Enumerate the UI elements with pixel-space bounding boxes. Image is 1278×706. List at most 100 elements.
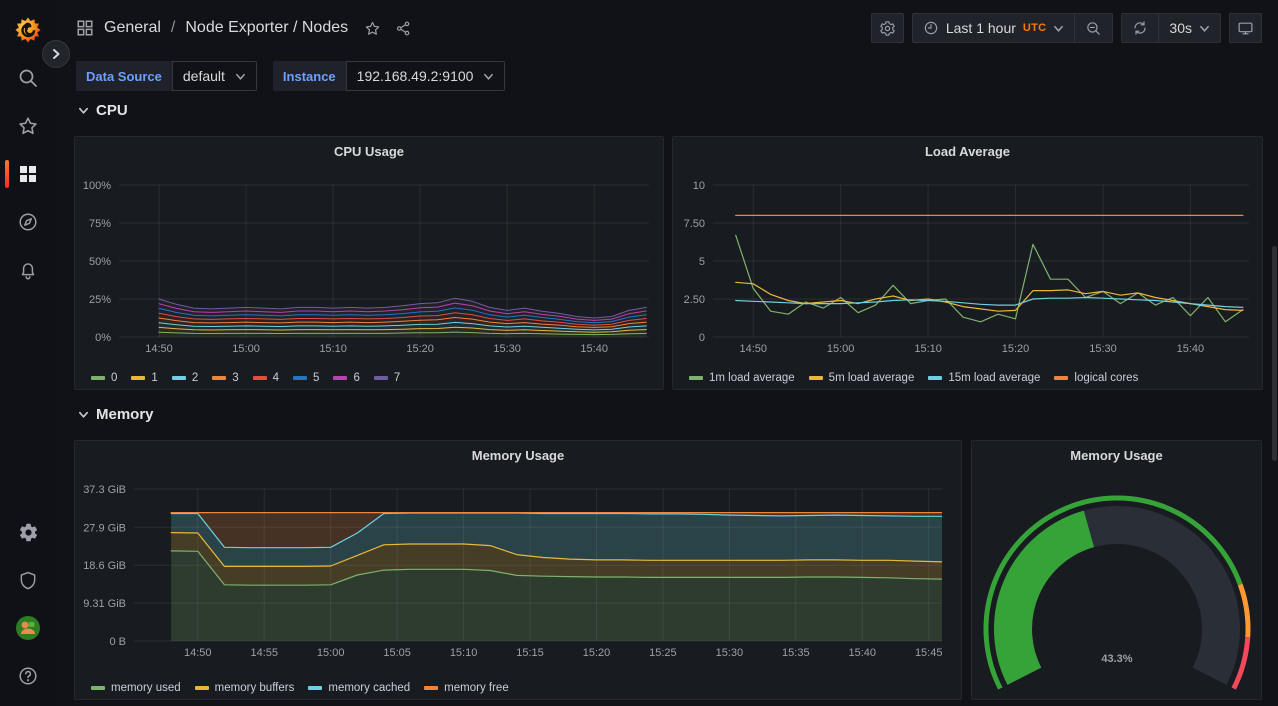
panel-header-memory-usage[interactable]: Memory Usage: [75, 441, 961, 469]
breadcrumb-folder[interactable]: General: [104, 19, 161, 37]
legend-item[interactable]: 1m load average: [689, 372, 795, 384]
legend-item[interactable]: 5: [293, 372, 319, 384]
time-range-label: Last 1 hour: [946, 20, 1016, 36]
question-circle-icon: [17, 665, 39, 687]
sidebar-item-server-admin[interactable]: [0, 556, 56, 604]
legend-series-label: 6: [353, 372, 359, 384]
legend-series-label: 1m load average: [709, 372, 795, 384]
var-instance-value[interactable]: 192.168.49.2:9100: [346, 61, 506, 91]
gauge-value: 43.3%: [1101, 653, 1132, 665]
sidebar-item-explore[interactable]: [0, 198, 56, 246]
legend-item[interactable]: 7: [374, 372, 400, 384]
legend-series-label: 1: [151, 372, 157, 384]
legend-item[interactable]: 0: [91, 372, 117, 384]
sidebar-item-starred[interactable]: [0, 102, 56, 150]
var-datasource-selected: default: [183, 68, 225, 84]
legend-series-label: logical cores: [1074, 372, 1138, 384]
legend-series-color: [293, 376, 307, 380]
memory-usage-chart[interactable]: 0 B9.31 GiB18.6 GiB27.9 GiB37.3 GiB14:50…: [75, 469, 963, 669]
cpu-usage-chart[interactable]: 0%25%50%75%100%14:5015:0015:1015:2015:30…: [75, 165, 665, 363]
legend-item[interactable]: logical cores: [1054, 372, 1138, 384]
svg-text:15:40: 15:40: [848, 647, 876, 659]
svg-text:0 B: 0 B: [109, 636, 126, 648]
time-range-button[interactable]: Last 1 hour UTC: [913, 14, 1075, 42]
dashboard-toolbar: Last 1 hour UTC: [871, 13, 1262, 43]
legend-item[interactable]: 5m load average: [809, 372, 915, 384]
sidebar-item-alerting[interactable]: [0, 246, 56, 294]
legend-series-label: 5: [313, 372, 319, 384]
breadcrumb-dashboard[interactable]: Node Exporter / Nodes: [185, 19, 348, 37]
svg-text:14:50: 14:50: [184, 647, 212, 659]
dashboard-navbar: General / Node Exporter / Nodes: [56, 0, 1278, 56]
legend-item[interactable]: 6: [333, 372, 359, 384]
chevron-down-icon: [1199, 23, 1210, 34]
share-icon[interactable]: [395, 20, 412, 37]
chevron-down-icon: [1053, 23, 1064, 34]
star-icon: [17, 115, 39, 137]
legend-item[interactable]: 15m load average: [928, 372, 1040, 384]
load-average-chart[interactable]: 02.5057.501014:5015:0015:1015:2015:3015:…: [673, 165, 1264, 363]
refresh-icon: [1132, 20, 1148, 36]
dashboard-settings-button[interactable]: [871, 13, 904, 43]
favorite-star-icon[interactable]: [364, 20, 381, 37]
svg-text:15:20: 15:20: [406, 343, 434, 355]
svg-text:15:30: 15:30: [493, 343, 521, 355]
bell-icon: [17, 259, 39, 281]
legend-item[interactable]: memory used: [91, 682, 181, 694]
sidebar-item-configuration[interactable]: [0, 508, 56, 556]
svg-text:15:10: 15:10: [319, 343, 347, 355]
refresh-interval-button[interactable]: 30s: [1158, 14, 1220, 42]
row-header-memory[interactable]: Memory: [78, 406, 154, 423]
svg-text:15:40: 15:40: [580, 343, 608, 355]
svg-text:18.6 GiB: 18.6 GiB: [83, 560, 126, 572]
legend-item[interactable]: memory buffers: [195, 682, 295, 694]
var-datasource-label[interactable]: Data Source: [76, 61, 172, 91]
legend-series-color: [424, 686, 438, 690]
sidebar-item-dashboards[interactable]: [0, 150, 56, 198]
svg-text:9.31 GiB: 9.31 GiB: [83, 598, 126, 610]
zoom-out-button[interactable]: [1074, 14, 1112, 42]
legend-item[interactable]: 3: [212, 372, 238, 384]
refresh-button[interactable]: [1122, 14, 1158, 42]
svg-text:14:50: 14:50: [145, 343, 173, 355]
scrollbar[interactable]: [1272, 246, 1277, 461]
svg-text:25%: 25%: [89, 294, 111, 306]
svg-text:15:05: 15:05: [383, 647, 411, 659]
row-title-memory: Memory: [96, 406, 154, 423]
legend-series-color: [195, 686, 209, 690]
monitor-icon: [1237, 20, 1254, 37]
svg-text:0%: 0%: [95, 332, 111, 344]
legend-series-color: [212, 376, 226, 380]
var-instance-label[interactable]: Instance: [273, 61, 346, 91]
panel-title: Load Average: [925, 144, 1010, 159]
legend-series-label: 15m load average: [948, 372, 1040, 384]
grafana-logo[interactable]: [14, 0, 42, 54]
panel-memory-usage: Memory Usage 0 B9.31 GiB18.6 GiB27.9 GiB…: [74, 440, 962, 700]
legend-item[interactable]: 4: [253, 372, 279, 384]
sidebar-item-help[interactable]: [0, 652, 56, 700]
svg-text:15:30: 15:30: [716, 647, 744, 659]
svg-text:15:45: 15:45: [915, 647, 943, 659]
gear-icon: [18, 522, 39, 543]
kiosk-mode-button[interactable]: [1229, 13, 1262, 43]
panel-header-cpu-usage[interactable]: CPU Usage: [75, 137, 663, 165]
legend-item[interactable]: memory free: [424, 682, 509, 694]
var-instance: Instance 192.168.49.2:9100: [273, 61, 506, 91]
legend-series-label: memory free: [444, 682, 509, 694]
load-average-legend: 1m load average 5m load average 15m load a…: [689, 372, 1138, 384]
legend-item[interactable]: 1: [131, 372, 157, 384]
sidebar-item-profile[interactable]: [0, 604, 56, 652]
row-header-cpu[interactable]: CPU: [78, 102, 128, 119]
refresh-picker: 30s: [1121, 13, 1221, 43]
legend-item[interactable]: 2: [172, 372, 198, 384]
panel-header-memory-gauge[interactable]: Memory Usage: [972, 441, 1261, 469]
legend-series-label: memory used: [111, 682, 181, 694]
var-datasource: Data Source default: [76, 61, 257, 91]
legend-series-color: [689, 376, 703, 380]
sidebar-expand-button[interactable]: [42, 40, 70, 68]
svg-text:37.3 GiB: 37.3 GiB: [83, 484, 126, 496]
legend-item[interactable]: memory cached: [308, 682, 410, 694]
legend-series-label: 7: [394, 372, 400, 384]
var-datasource-value[interactable]: default: [172, 61, 257, 91]
panel-header-load-average[interactable]: Load Average: [673, 137, 1262, 165]
